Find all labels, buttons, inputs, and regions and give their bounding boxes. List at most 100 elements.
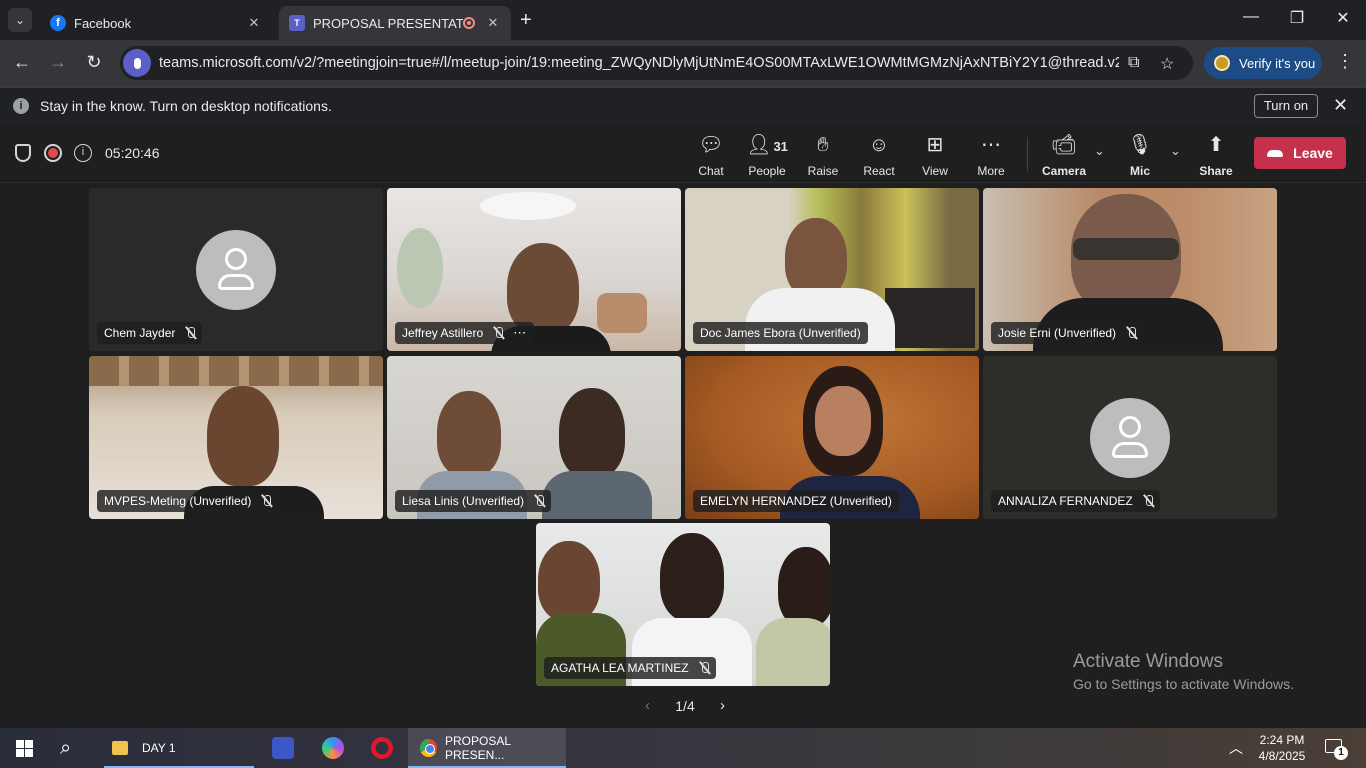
share-button[interactable]: ⬆︎ Share bbox=[1188, 133, 1244, 178]
windows-start-icon[interactable] bbox=[16, 740, 33, 757]
participant-name-tag: Liesa Linis (Unverified) bbox=[395, 490, 552, 512]
ceiling-beams bbox=[89, 356, 383, 386]
participant-name-tag: AGATHA LEA MARTINEZ bbox=[544, 657, 716, 679]
more-label: More bbox=[977, 164, 1005, 178]
hand-icon: ✋︎ bbox=[817, 134, 829, 156]
participant-tile[interactable]: ANNALIZA FERNANDEZ bbox=[983, 356, 1277, 519]
leave-label: Leave bbox=[1293, 145, 1333, 161]
next-page-chevron-icon[interactable]: › bbox=[720, 697, 725, 714]
more-button[interactable]: ⋯ More bbox=[963, 133, 1019, 178]
participant-tile[interactable]: Jeffrey Astillero ⋯ bbox=[387, 188, 681, 351]
mic-muted-icon bbox=[1143, 494, 1153, 508]
close-banner-icon[interactable]: ✕ bbox=[1333, 95, 1348, 116]
scanner-app-icon[interactable] bbox=[272, 737, 294, 759]
participant-tile[interactable]: MVPES-Meting (Unverified) bbox=[89, 356, 383, 519]
participant-tile-active-speaker[interactable]: EMELYN HERNANDEZ (Unverified) bbox=[685, 356, 979, 519]
watermark-title: Activate Windows bbox=[1073, 651, 1223, 672]
close-tab-icon[interactable]: ✕ bbox=[485, 15, 501, 31]
participant-name: Chem Jayder bbox=[104, 326, 176, 340]
participant-name-tag: MVPES-Meting (Unverified) bbox=[97, 490, 279, 512]
search-icon[interactable]: ⌕ bbox=[60, 737, 71, 760]
tab-title: Facebook bbox=[74, 15, 132, 31]
people-button[interactable]: 👤︎ 31 People bbox=[739, 133, 795, 178]
participant-name-tag: Doc James Ebora (Unverified) bbox=[693, 322, 868, 344]
react-button[interactable]: ☺ React bbox=[851, 133, 907, 178]
forward-arrow-icon[interactable]: → bbox=[46, 52, 70, 73]
turn-on-button[interactable]: Turn on bbox=[1254, 94, 1318, 118]
participant-tile[interactable]: Liesa Linis (Unverified) bbox=[387, 356, 681, 519]
avatar-placeholder-icon bbox=[1090, 398, 1170, 478]
participant-name: Liesa Linis (Unverified) bbox=[402, 494, 525, 508]
plant bbox=[397, 228, 443, 308]
meeting-info-icon[interactable]: i bbox=[74, 144, 92, 162]
verify-identity-button[interactable]: Verify it's you bbox=[1204, 47, 1322, 79]
camera-off-icon: 📹︎ bbox=[1051, 134, 1077, 156]
chat-button[interactable]: 💬︎ Chat bbox=[683, 133, 739, 178]
more-options-icon[interactable]: ⋯ bbox=[513, 325, 527, 341]
people-label: People bbox=[748, 164, 786, 178]
tab-title: PROPOSAL PRESENTATION bbox=[313, 15, 463, 31]
opera-browser-icon[interactable] bbox=[371, 737, 393, 759]
view-button[interactable]: ⊞ View bbox=[907, 133, 963, 178]
leave-button[interactable]: Leave bbox=[1254, 137, 1346, 169]
tab-facebook[interactable]: f Facebook ✕ bbox=[40, 6, 272, 40]
previous-page-chevron-icon[interactable]: ‹ bbox=[645, 697, 650, 714]
url-text[interactable]: teams.microsoft.com/v2/?meetingjoin=true… bbox=[159, 55, 1119, 71]
browser-toolbar: ← → ↻ teams.microsoft.com/v2/?meetingjoi… bbox=[0, 40, 1366, 87]
install-app-icon[interactable]: ⧉ bbox=[1128, 54, 1139, 72]
more-dots-icon: ⋯ bbox=[981, 134, 1001, 156]
show-hidden-icons-chevron-icon[interactable]: ︿ bbox=[1229, 738, 1243, 758]
participant-name-tag: Jeffrey Astillero ⋯ bbox=[395, 322, 535, 344]
minimize-icon[interactable]: — bbox=[1239, 8, 1263, 26]
participant-tile[interactable]: Josie Erni (Unverified) bbox=[983, 188, 1277, 351]
divider bbox=[1027, 137, 1028, 171]
participant-video bbox=[538, 541, 600, 621]
reload-icon[interactable]: ↻ bbox=[82, 52, 106, 73]
view-label: View bbox=[922, 164, 948, 178]
eyeglasses bbox=[1073, 238, 1179, 260]
taskbar-file-explorer-day1[interactable]: DAY 1 bbox=[104, 728, 254, 768]
mic-muted-icon bbox=[699, 661, 709, 675]
react-label: React bbox=[863, 164, 895, 178]
recording-icon[interactable] bbox=[44, 144, 62, 162]
back-arrow-icon[interactable]: ← bbox=[10, 52, 34, 73]
system-clock[interactable]: 2:24 PM 4/8/2025 bbox=[1257, 732, 1307, 764]
mic-options-chevron-icon[interactable]: ⌄ bbox=[1170, 143, 1181, 159]
close-tab-icon[interactable]: ✕ bbox=[246, 15, 262, 31]
taskbar-item-label: PROPOSAL PRESEN... bbox=[444, 734, 511, 762]
restore-icon[interactable]: ❐ bbox=[1285, 8, 1309, 28]
tab-proposal-presentation[interactable]: T PROPOSAL PRESENTATION ✕ bbox=[279, 6, 511, 40]
window-close-icon[interactable]: ✕ bbox=[1331, 8, 1355, 28]
chrome-icon bbox=[420, 739, 437, 757]
bag bbox=[885, 288, 975, 348]
notification-banner: i Stay in the know. Turn on desktop noti… bbox=[0, 87, 1366, 123]
raise-hand-button[interactable]: ✋︎ Raise bbox=[795, 133, 851, 178]
participant-name-tag: Josie Erni (Unverified) bbox=[991, 322, 1144, 344]
participant-shirt bbox=[756, 618, 830, 686]
ceiling-light bbox=[480, 192, 576, 220]
share-label: Share bbox=[1199, 164, 1233, 178]
bookmark-star-icon[interactable]: ☆ bbox=[1160, 54, 1174, 74]
raise-label: Raise bbox=[807, 164, 839, 178]
page-indicator: 1/4 bbox=[675, 697, 695, 714]
site-mic-permission-icon[interactable] bbox=[123, 49, 151, 77]
shield-icon[interactable] bbox=[15, 144, 31, 162]
mic-button[interactable]: 🎙︎ Mic bbox=[1112, 133, 1168, 178]
participant-tile[interactable]: Chem Jayder bbox=[89, 188, 383, 351]
participant-tile[interactable]: AGATHA LEA MARTINEZ bbox=[536, 523, 830, 686]
browser-menu-kebab-icon[interactable]: ⋮ bbox=[1336, 51, 1354, 72]
people-icon: 👤︎ 31 bbox=[746, 134, 788, 156]
facebook-icon: f bbox=[50, 15, 66, 31]
taskbar-chrome-proposal-presentation[interactable]: PROPOSAL PRESEN... bbox=[408, 728, 566, 768]
participant-tile[interactable]: Doc James Ebora (Unverified) bbox=[685, 188, 979, 351]
camera-options-chevron-icon[interactable]: ⌄ bbox=[1094, 143, 1105, 159]
camera-button[interactable]: 📹︎ Camera bbox=[1036, 133, 1092, 178]
notification-text: Stay in the know. Turn on desktop notifi… bbox=[40, 98, 332, 114]
copilot-icon[interactable] bbox=[322, 737, 344, 759]
participant-name: Josie Erni (Unverified) bbox=[998, 326, 1117, 340]
new-tab-plus-icon[interactable]: + bbox=[520, 9, 532, 32]
participant-name: Doc James Ebora (Unverified) bbox=[700, 326, 861, 340]
tab-search-chevron-icon[interactable]: ⌄ bbox=[8, 8, 32, 32]
address-bar[interactable]: teams.microsoft.com/v2/?meetingjoin=true… bbox=[120, 46, 1193, 80]
participant-name-tag: Chem Jayder bbox=[97, 322, 203, 344]
